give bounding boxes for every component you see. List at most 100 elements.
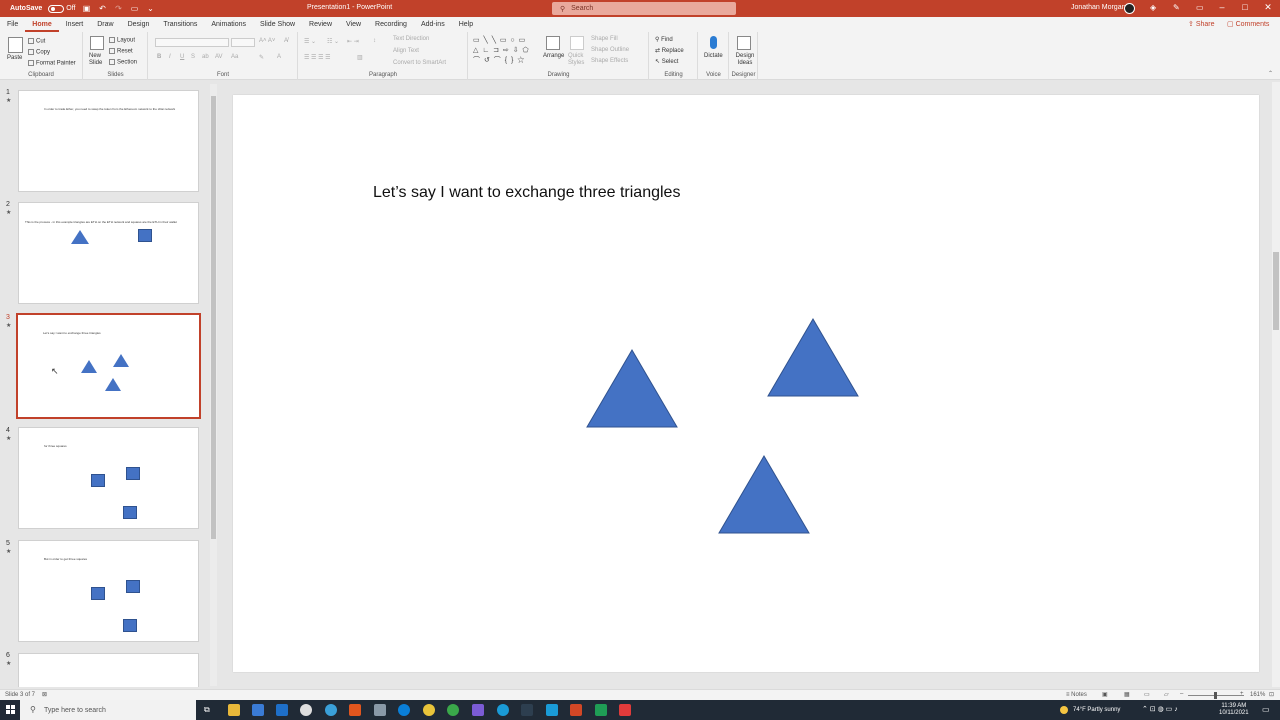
quick-styles-icon[interactable] xyxy=(570,36,584,50)
shapes-gallery[interactable]: ▭ ╲ ╲ ▭ ○ ▭ △ ∟ ⊐ ⇨ ⇩ ⬠ ⌒ ↺ ⌒ { } ☆ xyxy=(473,36,537,68)
mail-icon[interactable] xyxy=(276,704,288,716)
arrange-button[interactable]: Arrange xyxy=(543,53,564,59)
app-icon[interactable] xyxy=(497,704,509,716)
shadow-button[interactable]: S xyxy=(191,54,195,60)
user-name[interactable]: Jonathan Morgan xyxy=(1071,4,1125,11)
zoom-in-button[interactable]: + xyxy=(1240,691,1244,697)
line-spacing-icon[interactable]: ↕ xyxy=(373,38,376,44)
paste-icon[interactable] xyxy=(8,37,23,53)
save-icon[interactable]: ▣ xyxy=(82,4,92,14)
tab-view[interactable]: View xyxy=(339,17,368,32)
collapse-ribbon-icon[interactable]: ⌃ xyxy=(1268,70,1273,77)
arrange-icon[interactable] xyxy=(546,36,560,50)
maps-icon[interactable] xyxy=(300,704,312,716)
autosave-toggle[interactable] xyxy=(48,4,65,13)
tab-animations[interactable]: Animations xyxy=(204,17,253,32)
customize-qat-icon[interactable]: ⌄ xyxy=(146,4,156,14)
grow-font-icon[interactable]: A˄ A˅ xyxy=(259,38,275,44)
indent-icon[interactable]: ⇤ ⇥ xyxy=(347,38,359,45)
teams-icon[interactable] xyxy=(472,704,484,716)
maximize-button[interactable]: □ xyxy=(1235,2,1255,12)
new-slide-button[interactable]: New Slide xyxy=(89,53,107,67)
calculator-icon[interactable] xyxy=(374,704,386,716)
strikethrough-button[interactable]: ab xyxy=(202,54,209,60)
terminal-icon[interactable] xyxy=(521,704,533,716)
reading-view-icon[interactable]: ▭ xyxy=(1144,691,1150,698)
slide-scrollbar-thumb[interactable] xyxy=(1273,252,1279,330)
task-view-icon[interactable]: ⧉ xyxy=(204,705,210,715)
shape-outline-button[interactable]: Shape Outline xyxy=(591,47,629,53)
italic-button[interactable]: I xyxy=(169,54,171,60)
slideshow-view-icon[interactable]: ▱ xyxy=(1164,691,1169,698)
tab-transitions[interactable]: Transitions xyxy=(156,17,204,32)
tab-home[interactable]: Home xyxy=(25,17,59,32)
zoom-level[interactable]: 161% xyxy=(1250,692,1265,698)
microphone-icon[interactable] xyxy=(710,36,717,49)
align-text-button[interactable]: Align Text xyxy=(393,48,419,54)
slide-canvas[interactable]: Let’s say I want to exchange three trian… xyxy=(233,95,1259,672)
notifications-icon[interactable]: ▭ xyxy=(1262,705,1270,714)
edge-icon[interactable] xyxy=(325,704,337,716)
char-spacing-button[interactable]: AV xyxy=(215,54,223,60)
highlight-icon[interactable]: ✎ xyxy=(259,54,264,61)
underline-button[interactable]: U xyxy=(180,54,184,60)
paste-button[interactable]: Paste xyxy=(7,55,22,61)
bullets-icon[interactable]: ☰ ⌄ xyxy=(304,38,316,45)
slide-thumbnail-1[interactable]: In order to trade Ether, you need to swa… xyxy=(18,90,199,192)
brave-icon[interactable] xyxy=(349,704,361,716)
share-button[interactable]: ⇪ Share xyxy=(1188,20,1215,28)
normal-view-icon[interactable]: ▣ xyxy=(1102,691,1108,698)
windows-start-icon[interactable] xyxy=(6,705,16,715)
cut-button[interactable]: Cut xyxy=(28,38,45,45)
triangle-shape-3[interactable] xyxy=(718,455,810,534)
app2-icon[interactable] xyxy=(546,704,558,716)
slide-thumbnail-4[interactable]: for three squares xyxy=(18,427,199,529)
design-ideas-button[interactable]: Design Ideas xyxy=(735,53,755,67)
taskbar-search-input[interactable]: ⚲ Type here to search xyxy=(20,700,196,720)
format-painter-button[interactable]: Format Painter xyxy=(28,60,76,67)
slide-thumbnail-6[interactable] xyxy=(18,653,199,687)
select-button[interactable]: ↖ Select xyxy=(655,58,678,65)
undo-icon[interactable]: ↶ xyxy=(98,4,108,14)
zoom-out-button[interactable]: – xyxy=(1180,691,1183,697)
tab-design[interactable]: Design xyxy=(121,17,157,32)
browser-icon[interactable] xyxy=(398,704,410,716)
clear-format-icon[interactable]: A̸ xyxy=(284,38,288,44)
powerpoint-icon[interactable] xyxy=(570,704,582,716)
clock[interactable]: 11:39 AM 10/11/2021 xyxy=(1219,703,1249,717)
slide-scrollbar[interactable] xyxy=(1272,82,1280,687)
file-explorer-icon[interactable] xyxy=(228,704,240,716)
recorder-icon[interactable] xyxy=(619,704,631,716)
tab-add-ins[interactable]: Add-ins xyxy=(414,17,452,32)
minimize-button[interactable]: – xyxy=(1212,2,1232,12)
new-slide-icon[interactable] xyxy=(90,36,104,50)
columns-icon[interactable]: ▥ xyxy=(357,54,363,61)
diamond-icon[interactable]: ◈ xyxy=(1150,3,1156,12)
tab-recording[interactable]: Recording xyxy=(368,17,414,32)
accessibility-icon[interactable]: ⊠ xyxy=(42,691,47,698)
redo-icon[interactable]: ↷ xyxy=(114,4,124,14)
bold-button[interactable]: B xyxy=(157,54,161,60)
change-case-button[interactable]: Aa xyxy=(231,54,238,60)
comments-button[interactable]: ▢ Comments xyxy=(1227,20,1269,28)
tab-review[interactable]: Review xyxy=(302,17,339,32)
tab-file[interactable]: File xyxy=(0,17,25,32)
convert-smartart-button[interactable]: Convert to SmartArt xyxy=(393,60,446,66)
store-icon[interactable] xyxy=(252,704,264,716)
reset-button[interactable]: Reset xyxy=(109,48,133,55)
zoom-slider-handle[interactable] xyxy=(1214,692,1217,699)
slide-thumbnail-2[interactable]: This is the process - in this example tr… xyxy=(18,202,199,304)
tab-help[interactable]: Help xyxy=(452,17,480,32)
weather-text[interactable]: 74°F Partly sunny xyxy=(1073,707,1120,713)
design-ideas-icon[interactable] xyxy=(737,36,751,50)
triangle-shape-2[interactable] xyxy=(767,318,859,397)
section-button[interactable]: Section xyxy=(109,59,137,66)
slide-sorter-icon[interactable]: ▦ xyxy=(1124,691,1130,698)
triangle-shape-1[interactable] xyxy=(586,349,678,428)
tray-icons[interactable]: ⌃ ⊡ ◍ ▭ ♪ xyxy=(1142,705,1178,713)
font-size-input[interactable] xyxy=(231,38,255,47)
dictate-button[interactable]: Dictate xyxy=(704,53,723,59)
replace-button[interactable]: ⇄ Replace xyxy=(655,47,684,54)
tab-draw[interactable]: Draw xyxy=(90,17,120,32)
chrome-alt-icon[interactable] xyxy=(447,704,459,716)
